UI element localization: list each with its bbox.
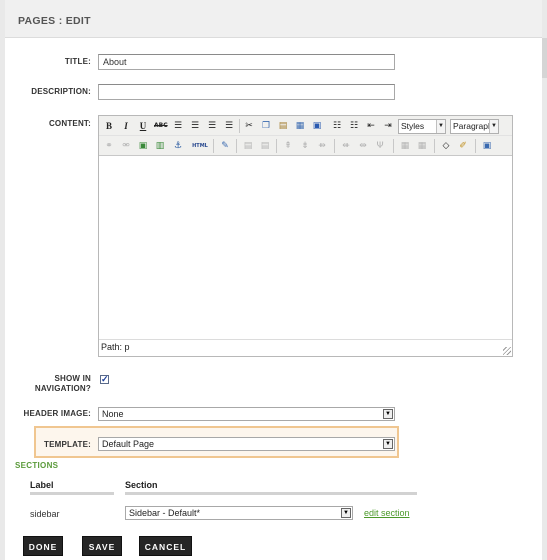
align-right-icon[interactable]: ☰ <box>206 120 218 132</box>
paste-word-icon[interactable]: ▣ <box>311 120 323 132</box>
editor-content-area[interactable] <box>99 157 512 340</box>
header-image-value: None <box>102 409 124 419</box>
image-icon[interactable]: ▣ <box>137 140 149 152</box>
column-underline <box>30 492 114 495</box>
strikethrough-icon[interactable]: ABC <box>154 120 168 132</box>
editor-toolbar-row-2: ⚭ ⚮ ▣ ▥ ⚓ HTML ✎ ▤ ▤ ⇞ ⇟ ⇻ ⇺ ⇹ Ψ ▦ ▦ ◇ ✐… <box>99 136 512 156</box>
unlink-icon[interactable]: ⚮ <box>120 140 132 152</box>
copy-icon[interactable]: ❐ <box>260 120 272 132</box>
description-input[interactable] <box>98 84 395 100</box>
show-nav-label-line1: SHOW IN <box>54 374 91 383</box>
toolbar-separator <box>236 139 237 153</box>
eraser-icon[interactable]: ◇ <box>440 140 452 152</box>
page-title: PAGES : EDIT <box>18 15 91 27</box>
align-left-icon[interactable]: ☰ <box>172 120 184 132</box>
show-nav-checkbox[interactable]: ✓ <box>100 375 109 384</box>
paste-text-icon[interactable]: ▦ <box>294 120 306 132</box>
column-header-label: Label <box>30 480 54 490</box>
align-justify-icon[interactable]: ☰ <box>223 120 235 132</box>
styles-select-value: Styles <box>401 121 425 131</box>
title-input[interactable] <box>98 54 395 70</box>
toolbar-separator <box>213 139 214 153</box>
html-source-icon[interactable]: HTML <box>192 140 208 152</box>
chevron-down-icon: ▼ <box>341 508 351 518</box>
content-label: CONTENT: <box>48 119 91 128</box>
header-image-select[interactable]: None ▼ <box>98 407 395 421</box>
section-select[interactable]: Sidebar - Default* ▼ <box>125 506 353 520</box>
editor-path: Path: p <box>101 342 130 352</box>
column-header-section: Section <box>125 480 158 490</box>
row-delete-icon[interactable]: ⇟ <box>299 140 311 152</box>
cancel-button[interactable]: CANCEL <box>139 536 192 556</box>
resize-grip-icon[interactable] <box>503 347 511 355</box>
column-underline <box>125 492 417 495</box>
underline-icon[interactable]: U <box>137 120 149 132</box>
title-label: TITLE: <box>64 57 91 66</box>
show-nav-label-line2: NAVIGATION? <box>34 384 91 393</box>
template-icon[interactable]: ▣ <box>481 140 493 152</box>
section-select-value: Sidebar - Default* <box>129 508 201 518</box>
anchor-icon[interactable]: ⚓ <box>172 140 184 152</box>
numbered-list-icon[interactable]: ☷ <box>348 120 360 132</box>
chevron-down-icon: ▼ <box>436 120 445 133</box>
table-props-icon[interactable]: ▤ <box>259 140 271 152</box>
template-value: Default Page <box>102 439 155 449</box>
edit-icon[interactable]: ✎ <box>219 140 231 152</box>
merge-cells-icon[interactable]: Ψ <box>374 140 386 152</box>
styles-select[interactable]: Styles ▼ <box>398 119 446 134</box>
table-icon[interactable]: ▤ <box>242 140 254 152</box>
toolbar-separator <box>334 139 335 153</box>
show-nav-label: SHOW IN NAVIGATION? <box>35 374 91 394</box>
indent-icon[interactable]: ⇥ <box>382 120 394 132</box>
align-center-icon[interactable]: ☰ <box>189 120 201 132</box>
page-header: PAGES : EDIT <box>5 0 542 38</box>
rich-text-editor: B I U ABC ☰ ☰ ☰ ☰ ✂ ❐ ▤ ▦ ▣ ☷ ☷ ⇤ ⇥ Styl… <box>98 115 513 357</box>
italic-icon[interactable]: I <box>120 120 132 132</box>
template-label: TEMPLATE: <box>44 440 91 449</box>
toolbar-separator <box>434 139 435 153</box>
bold-icon[interactable]: B <box>103 120 115 132</box>
toolbar-separator <box>239 119 240 133</box>
sections-heading: SECTIONS <box>15 461 59 470</box>
split-cells-icon[interactable]: ⇹ <box>357 140 369 152</box>
row-insert-icon[interactable]: ⇞ <box>282 140 294 152</box>
cleanup-icon[interactable]: ✐ <box>457 140 469 152</box>
description-label: DESCRIPTION: <box>31 87 91 96</box>
media-icon[interactable]: ▥ <box>154 140 166 152</box>
table-row-props-icon[interactable]: ▦ <box>399 140 411 152</box>
editor-toolbar-row-1: B I U ABC ☰ ☰ ☰ ☰ ✂ ❐ ▤ ▦ ▣ ☷ ☷ ⇤ ⇥ Styl… <box>99 116 512 136</box>
scroll-strip <box>542 38 547 78</box>
col-insert-icon[interactable]: ⇻ <box>316 140 328 152</box>
bullet-list-icon[interactable]: ☷ <box>331 120 343 132</box>
outdent-icon[interactable]: ⇤ <box>365 120 377 132</box>
done-button[interactable]: DONE <box>23 536 63 556</box>
toolbar-separator <box>276 139 277 153</box>
section-row-label: sidebar <box>30 509 60 519</box>
header-image-label: HEADER IMAGE: <box>23 409 91 418</box>
edit-section-link[interactable]: edit section <box>364 508 410 518</box>
cut-icon[interactable]: ✂ <box>243 120 255 132</box>
template-select[interactable]: Default Page ▼ <box>98 437 395 451</box>
paste-icon[interactable]: ▤ <box>277 120 289 132</box>
col-delete-icon[interactable]: ⇺ <box>340 140 352 152</box>
save-button[interactable]: SAVE <box>82 536 122 556</box>
toolbar-separator <box>475 139 476 153</box>
table-cell-props-icon[interactable]: ▦ <box>416 140 428 152</box>
link-icon[interactable]: ⚭ <box>103 140 115 152</box>
toolbar-separator <box>393 139 394 153</box>
format-select-value: Paragraph <box>453 121 493 131</box>
format-select[interactable]: Paragraph ▼ <box>450 119 499 134</box>
chevron-down-icon: ▼ <box>489 120 498 133</box>
chevron-down-icon: ▼ <box>383 409 393 419</box>
chevron-down-icon: ▼ <box>383 439 393 449</box>
